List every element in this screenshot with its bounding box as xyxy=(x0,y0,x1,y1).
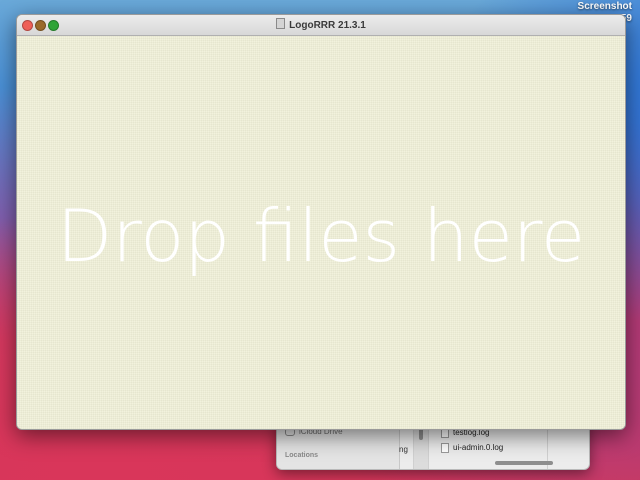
file-name: ui-admin.0.log xyxy=(453,443,504,453)
horizontal-scrollbar[interactable] xyxy=(495,461,553,465)
column-item-fragment: ng xyxy=(399,445,408,454)
desktop-icon-label-line1: Screenshot xyxy=(577,1,632,12)
document-icon xyxy=(276,18,286,29)
document-icon xyxy=(441,443,449,453)
window-title: LogoRRR 21.3.1 xyxy=(17,18,625,31)
window-title-text: LogoRRR 21.3.1 xyxy=(289,20,366,31)
file-item-ui-admin[interactable]: ui-admin.0.log xyxy=(441,443,503,453)
app-window: LogoRRR 21.3.1 Drop files here xyxy=(16,14,626,430)
drop-message: Drop files here xyxy=(56,194,586,278)
title-bar[interactable]: LogoRRR 21.3.1 xyxy=(17,15,625,36)
sidebar-section-locations: Locations xyxy=(285,452,319,459)
desktop: Screenshot 59 iCloud Drive Locations ng … xyxy=(0,0,640,480)
drop-zone[interactable]: Drop files here xyxy=(17,36,625,429)
